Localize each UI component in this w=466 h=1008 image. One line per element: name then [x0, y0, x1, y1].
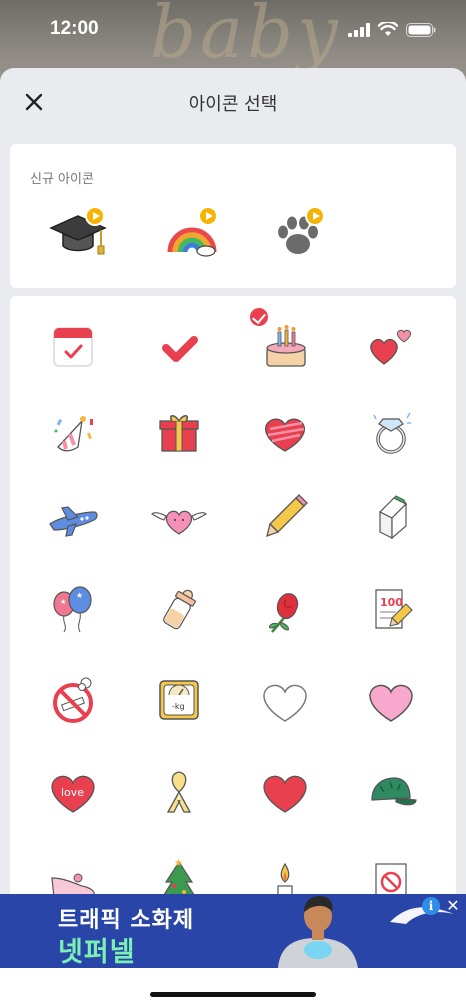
- icon-cell-cap[interactable]: [356, 756, 426, 826]
- baby-bottle-icon: [163, 589, 196, 630]
- rainbow-icon-button[interactable]: [156, 200, 226, 270]
- page-title: 아이콘 선택: [188, 94, 278, 115]
- winged-heart-icon: [151, 510, 207, 535]
- icon-picker-sheet: 아이콘 선택 신규 아이콘 ★ ★ 100 -kg love ★: [0, 68, 466, 1008]
- ad-brand: 넷퍼넬: [58, 937, 136, 968]
- score-paper-icon: 100: [375, 589, 413, 629]
- status-icons: [348, 22, 436, 37]
- icon-cell-hearts[interactable]: [356, 312, 426, 382]
- new-icons-label: 신규 아이콘: [30, 172, 94, 187]
- rose-icon: [269, 593, 299, 633]
- scale-label: -kg: [172, 702, 185, 711]
- play-badge: [198, 206, 218, 226]
- icon-cell-check[interactable]: [144, 312, 214, 382]
- new-icons-card: 신규 아이콘: [10, 144, 456, 288]
- svg-text:★: ★: [174, 858, 183, 869]
- pink-heart-icon: [369, 684, 413, 722]
- graduation-cap-icon-button[interactable]: [43, 200, 113, 270]
- icon-cell-gift-box[interactable]: [144, 397, 214, 467]
- icon-cell-diamond-ring[interactable]: [356, 397, 426, 467]
- ribbon-icon: [166, 771, 192, 813]
- ad-close-icon[interactable]: ✕: [444, 897, 462, 915]
- icon-cell-love-heart[interactable]: love: [38, 756, 108, 826]
- no-smoking-icon: [53, 677, 93, 723]
- icon-cell-milk-carton[interactable]: [356, 482, 426, 552]
- red-heart-icon: [263, 775, 307, 813]
- score-label: 100: [380, 596, 403, 609]
- icon-cell-rose[interactable]: [250, 574, 320, 644]
- icon-cell-baby-bottle[interactable]: [144, 574, 214, 644]
- love-label: love: [61, 786, 84, 799]
- ad-person-illustration: [278, 896, 358, 968]
- icon-cell-score-paper[interactable]: 100: [356, 574, 426, 644]
- selected-check-badge: [248, 306, 270, 328]
- battery-icon: [406, 22, 436, 37]
- home-indicator[interactable]: [150, 992, 316, 997]
- icon-cell-airplane[interactable]: [38, 482, 108, 552]
- icon-cell-pencil[interactable]: [250, 482, 320, 552]
- calendar-icon: [53, 327, 93, 367]
- milk-carton-icon: [378, 495, 408, 540]
- icon-cell-balloons[interactable]: ★ ★: [38, 574, 108, 644]
- paw-print-icon-button[interactable]: [263, 200, 333, 270]
- sheet-header: 아이콘 선택: [0, 68, 466, 136]
- white-heart-icon: [263, 684, 307, 722]
- wifi-icon: [378, 22, 398, 36]
- status-bar: 12:00: [0, 0, 466, 62]
- hearts-icon: [370, 329, 412, 365]
- icon-cell-ribbon[interactable]: [144, 756, 214, 826]
- icon-cell-scale[interactable]: -kg: [144, 665, 214, 735]
- ad-info-icon[interactable]: i: [422, 897, 440, 915]
- play-badge: [305, 206, 325, 226]
- cap-icon: [371, 777, 417, 806]
- party-hat-icon: [54, 416, 93, 452]
- status-time: 12:00: [50, 18, 99, 39]
- scale-icon: -kg: [159, 680, 199, 720]
- striped-heart-icon: [265, 418, 305, 452]
- icon-cell-birthday-cake[interactable]: [248, 306, 320, 382]
- svg-text:★: ★: [60, 598, 66, 606]
- check-icon: [162, 336, 198, 362]
- diamond-ring-icon: [373, 412, 411, 454]
- icon-cell-striped-heart[interactable]: [250, 397, 320, 467]
- icon-cell-winged-heart[interactable]: [144, 482, 214, 552]
- icon-cell-party-hat[interactable]: [38, 397, 108, 467]
- icon-cell-calendar[interactable]: [38, 312, 108, 382]
- home-area: [0, 968, 466, 1008]
- new-icons-row: [10, 200, 456, 270]
- balloons-icon: ★ ★: [53, 586, 92, 633]
- gift-box-icon: [159, 415, 199, 452]
- ad-banner[interactable]: 트래픽 소화제 넷퍼넬 i ✕: [0, 894, 466, 968]
- icon-cell-no-smoking[interactable]: [38, 665, 108, 735]
- icon-cell-red-heart[interactable]: [250, 756, 320, 826]
- airplane-icon: [49, 506, 98, 537]
- icon-cell-white-heart[interactable]: [250, 665, 320, 735]
- svg-text:★: ★: [76, 591, 83, 600]
- love-heart-icon: love: [51, 775, 95, 813]
- signal-icon: [348, 22, 370, 37]
- icon-cell-pink-heart[interactable]: [356, 665, 426, 735]
- play-badge: [85, 206, 105, 226]
- pencil-icon: [266, 494, 308, 538]
